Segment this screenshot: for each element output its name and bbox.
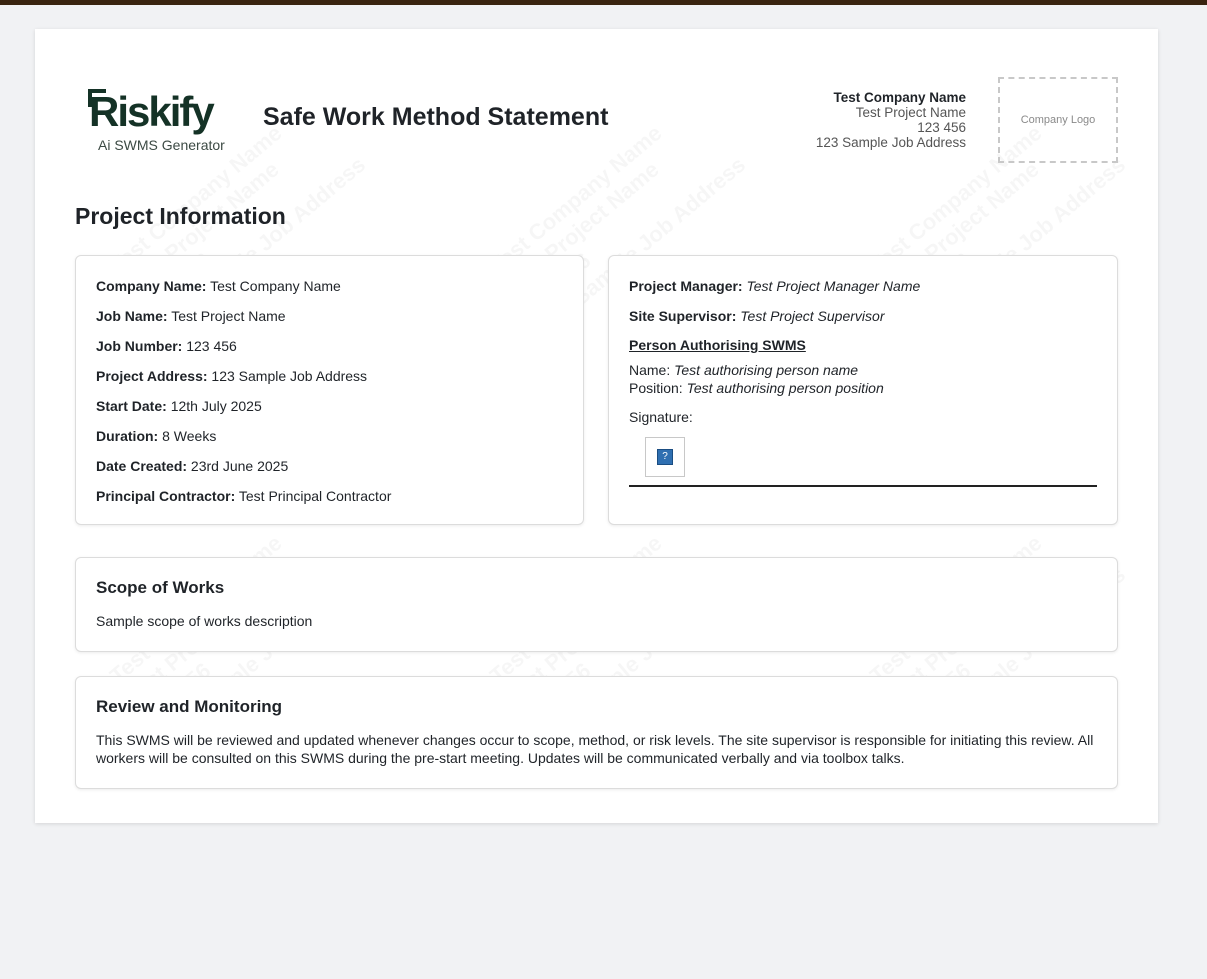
company-details: Test Company Name Test Project Name 123 … bbox=[816, 90, 966, 150]
info-row-job-name: Job Name: Test Project Name bbox=[96, 308, 286, 324]
site-supervisor-row: Site Supervisor: Test Project Supervisor bbox=[629, 308, 885, 324]
review-heading: Review and Monitoring bbox=[96, 697, 283, 716]
logo-subtitle: Ai SWMS Generator bbox=[98, 137, 225, 153]
riskify-logo: Riskify Ai SWMS Generator bbox=[88, 87, 229, 155]
broken-image-icon: ? bbox=[657, 449, 673, 465]
company-logo-placeholder: Company Logo bbox=[998, 77, 1118, 163]
info-row-duration: Duration: 8 Weeks bbox=[96, 428, 217, 444]
authorising-name-row: Name: Test authorising person name bbox=[629, 362, 859, 378]
project-name: Test Project Name bbox=[855, 105, 966, 120]
project-manager-row: Project Manager: Test Project Manager Na… bbox=[629, 278, 921, 294]
document-page: Test Company NameTest Project Name123 45… bbox=[35, 29, 1158, 823]
review-monitoring-card: Review and Monitoring This SWMS will be … bbox=[75, 676, 1118, 789]
document-title: Safe Work Method Statement bbox=[263, 103, 609, 131]
job-number: 123 456 bbox=[917, 120, 966, 135]
logo-wordmark: Riskify bbox=[89, 88, 215, 135]
company-name: Test Company Name bbox=[833, 90, 966, 105]
info-row-job-number: Job Number: 123 456 bbox=[96, 338, 237, 354]
info-row-principal-contractor: Principal Contractor: Test Principal Con… bbox=[96, 488, 392, 504]
signature-line bbox=[629, 485, 1097, 487]
personnel-card: Project Manager: Test Project Manager Na… bbox=[608, 255, 1118, 525]
authorising-position-row: Position: Test authorising person positi… bbox=[629, 380, 884, 396]
review-text: This SWMS will be reviewed and updated w… bbox=[96, 732, 1094, 766]
info-row-company-name: Company Name: Test Company Name bbox=[96, 278, 341, 294]
project-details-card: Company Name: Test Company Name Job Name… bbox=[75, 255, 584, 525]
scope-heading: Scope of Works bbox=[96, 578, 225, 597]
project-information-heading: Project Information bbox=[75, 203, 286, 229]
info-row-date-created: Date Created: 23rd June 2025 bbox=[96, 458, 289, 474]
info-row-start-date: Start Date: 12th July 2025 bbox=[96, 398, 262, 414]
authorising-person-heading: Person Authorising SWMS bbox=[629, 337, 806, 353]
document-header: Riskify Ai SWMS Generator Safe Work Meth… bbox=[75, 77, 1118, 163]
info-row-project-address: Project Address: 123 Sample Job Address bbox=[96, 368, 368, 384]
scope-text: Sample scope of works description bbox=[96, 613, 313, 629]
top-bar bbox=[0, 0, 1207, 5]
scope-of-works-card: Scope of Works Sample scope of works des… bbox=[75, 557, 1118, 652]
signature-image: ? bbox=[645, 437, 685, 477]
signature-label: Signature: bbox=[629, 409, 693, 425]
job-address: 123 Sample Job Address bbox=[815, 135, 966, 150]
